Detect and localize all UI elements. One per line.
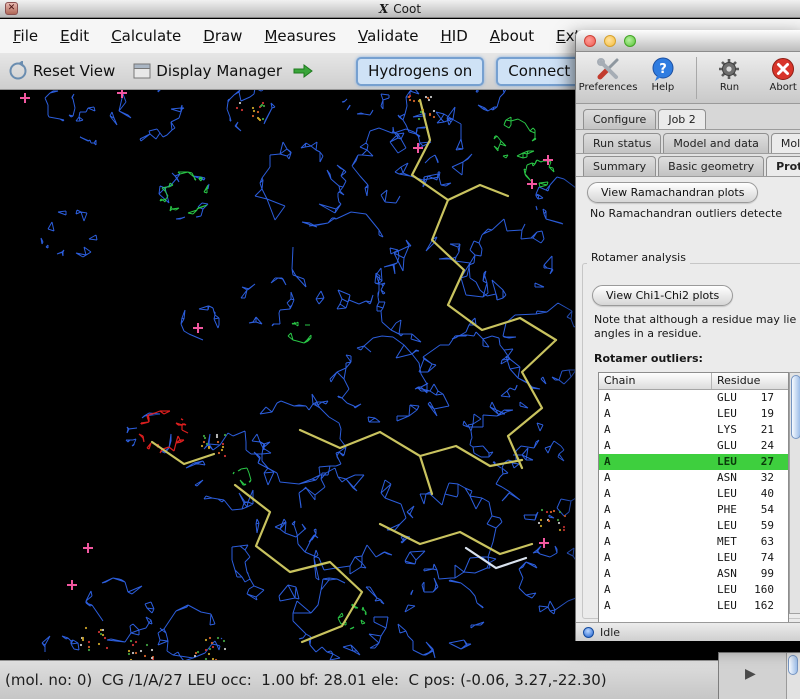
table-row[interactable]: AASN32 [599,470,788,486]
atom-info-text: (mol. no: 0) CG /1/A/27 LEU occ: 1.00 bf… [5,671,607,689]
abort-label: Abort [770,82,797,93]
preferences-label: Preferences [579,82,638,93]
table-row[interactable]: AGLU24 [599,438,788,454]
help-icon: ? [651,55,675,82]
abort-button[interactable]: Abort [756,55,800,93]
menu-edit[interactable]: Edit [49,21,100,51]
tab-summary[interactable]: Summary [583,156,656,176]
menu-draw[interactable]: Draw [192,21,253,51]
menu-validate[interactable]: Validate [347,21,429,51]
view-chi-plots-button[interactable]: View Chi1-Chi2 plots [592,285,733,306]
gl-statusbar: (mol. no: 0) CG /1/A/27 LEU occ: 1.00 bf… [0,660,800,699]
panel-toolbar: Preferences ? Help Run Abort [576,52,800,104]
run-button[interactable]: Run [703,55,757,93]
tab-basic-geometry[interactable]: Basic geometry [658,156,764,176]
run-label: Run [720,82,739,93]
validation-window: Preferences ? Help Run Abort [575,30,800,641]
section-tabs: Run status Model and data MolProbit [576,130,800,154]
table-row[interactable]: ALEU19 [599,406,788,422]
run-gear-icon [717,55,741,82]
toolbar-separator [696,57,697,99]
table-row[interactable]: ALEU74 [599,550,788,566]
display-manager-button[interactable]: Display Manager [156,62,282,80]
view-ramachandran-button[interactable]: View Ramachandran plots [587,182,758,203]
rotamer-note-line1: Note that although a residue may lie [594,313,796,326]
rotamer-outliers-label: Rotamer outliers: [594,352,703,365]
rotamer-outliers-table: Chain Residue AGLU17ALEU19ALYS21AGLU24AL… [598,372,789,622]
sub-tabs: Summary Basic geometry Protein C [576,154,800,177]
connect-button[interactable]: Connect [496,57,582,86]
tab-protein[interactable]: Protein [766,156,800,176]
table-row[interactable]: ALEU40 [599,486,788,502]
table-row[interactable]: ALEU27 [599,454,788,470]
window-title-text: Coot [393,2,421,16]
table-header[interactable]: Chain Residue [599,373,788,390]
corner-scrollbar-thumb[interactable] [788,655,798,675]
panel-titlebar[interactable] [576,30,800,52]
zoom-traffic-light-icon[interactable] [624,35,636,47]
reset-view-button[interactable]: Reset View [33,62,115,80]
chain-column-header[interactable]: Chain [599,373,712,389]
table-row[interactable]: ALEU162 [599,598,788,614]
preferences-icon [595,55,621,82]
reset-view-icon[interactable] [8,61,28,81]
table-row[interactable]: ALEU160 [599,582,788,598]
abort-icon [771,55,795,82]
hydrogens-toggle-button[interactable]: Hydrogens on [356,57,484,86]
tab-model-and-data[interactable]: Model and data [663,133,769,153]
corner-scrollbar[interactable] [786,653,800,699]
tab-configure[interactable]: Configure [583,109,656,129]
menu-file[interactable]: File [2,21,49,51]
menu-calculate[interactable]: Calculate [100,21,192,51]
table-row[interactable]: AMET63 [599,534,788,550]
table-row[interactable] [599,614,788,622]
table-scrollbar-thumb[interactable] [791,375,800,439]
status-dot-icon [583,627,594,638]
menu-about[interactable]: About [479,21,545,51]
table-scrollbar[interactable] [789,372,800,614]
preferences-button[interactable]: Preferences [580,55,636,93]
panel-status-text: Idle [600,626,620,639]
rotamer-note-line2: angles in a residue. [594,327,702,340]
menu-hid[interactable]: HID [430,21,479,51]
table-row[interactable]: APHE54 [599,502,788,518]
rotamer-section-label: Rotamer analysis [587,251,690,264]
residue-column-header[interactable]: Residue [712,373,788,389]
minimize-traffic-light-icon[interactable] [604,35,616,47]
table-row[interactable]: ALEU59 [599,518,788,534]
screen: ✕ XCoot File Edit Calculate Draw Measure… [0,0,800,699]
tab-molprobity[interactable]: MolProbit [771,133,800,153]
ramachandran-result-text: No Ramachandran outliers detecte [590,207,782,220]
x11-icon: X [379,2,388,16]
job-tabs: Configure Job 2 [576,104,800,130]
tab-job-2[interactable]: Job 2 [658,109,705,129]
panel-statusbar: Idle [576,622,800,641]
window-title: X Coot [0,2,800,16]
play-arrow-icon[interactable]: ▶ [745,666,756,682]
help-label: Help [651,82,674,93]
tab-run-status[interactable]: Run status [583,133,661,153]
display-manager-icon[interactable] [133,63,151,79]
svg-text:?: ? [659,62,667,77]
window-titlebar[interactable]: ✕ XCoot [0,0,800,18]
help-button[interactable]: ? Help [636,55,690,93]
rotamer-table-body: AGLU17ALEU19ALYS21AGLU24ALEU27AASN32ALEU… [599,390,788,622]
menu-measures[interactable]: Measures [253,21,347,51]
table-row[interactable]: ALYS21 [599,422,788,438]
table-row[interactable]: AGLU17 [599,390,788,406]
close-traffic-light-icon[interactable] [584,35,596,47]
go-arrow-icon[interactable] [292,63,314,79]
panel-content: View Ramachandran plots No Ramachandran … [576,177,800,622]
corner-panel: ▶ [718,652,800,699]
table-row[interactable]: AASN99 [599,566,788,582]
